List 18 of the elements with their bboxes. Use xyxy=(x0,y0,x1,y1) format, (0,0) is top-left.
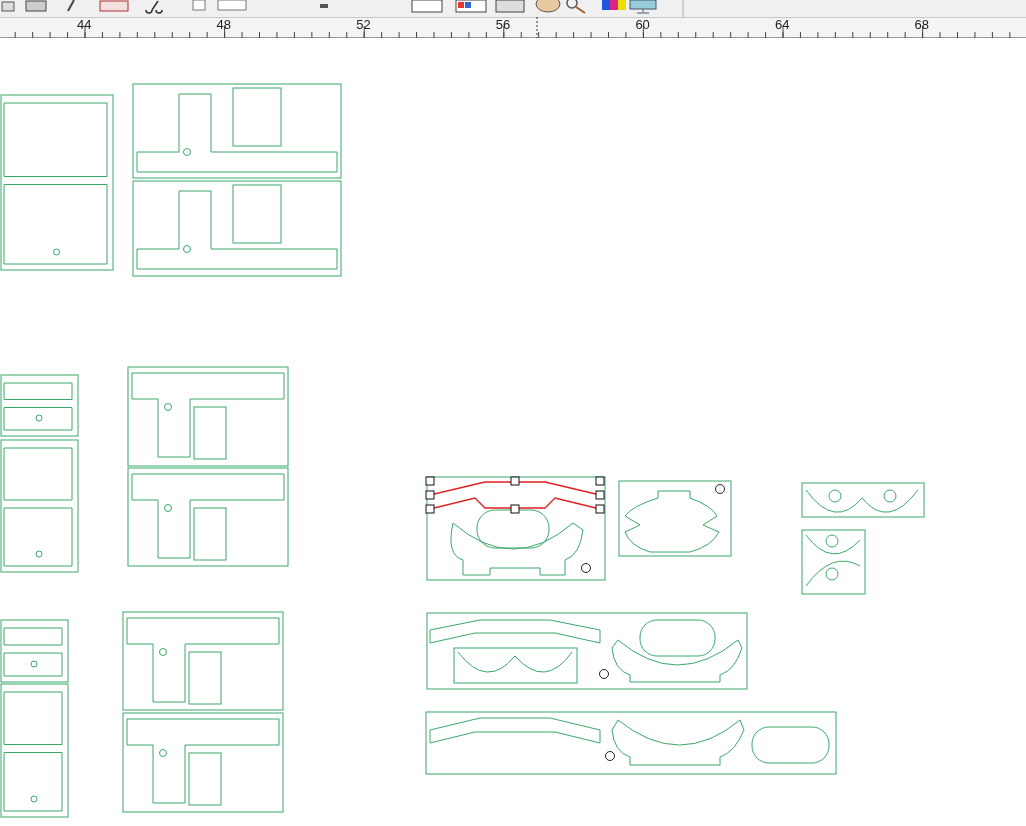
color-swatch-icon[interactable] xyxy=(602,0,626,10)
monitor-icon[interactable] xyxy=(629,0,657,14)
ruler-label: 68 xyxy=(914,18,930,32)
ruler-label: 44 xyxy=(77,18,92,32)
ruler-label: 60 xyxy=(635,18,650,32)
palette-icon[interactable] xyxy=(535,0,561,13)
ruler-label: 52 xyxy=(356,18,371,32)
selected-part-drawing[interactable] xyxy=(425,476,605,514)
ruler-label: 64 xyxy=(775,18,790,32)
chart-icon[interactable] xyxy=(455,0,487,13)
pages-icon[interactable] xyxy=(217,0,247,11)
pen-icon[interactable] xyxy=(67,0,75,12)
cut-sheet-drawing xyxy=(801,529,866,595)
search-icon[interactable] xyxy=(566,0,586,14)
ruler-label: 56 xyxy=(495,18,511,32)
page-icon[interactable] xyxy=(192,0,206,11)
window-icon[interactable] xyxy=(411,0,443,13)
ruler-label: 48 xyxy=(216,18,232,32)
